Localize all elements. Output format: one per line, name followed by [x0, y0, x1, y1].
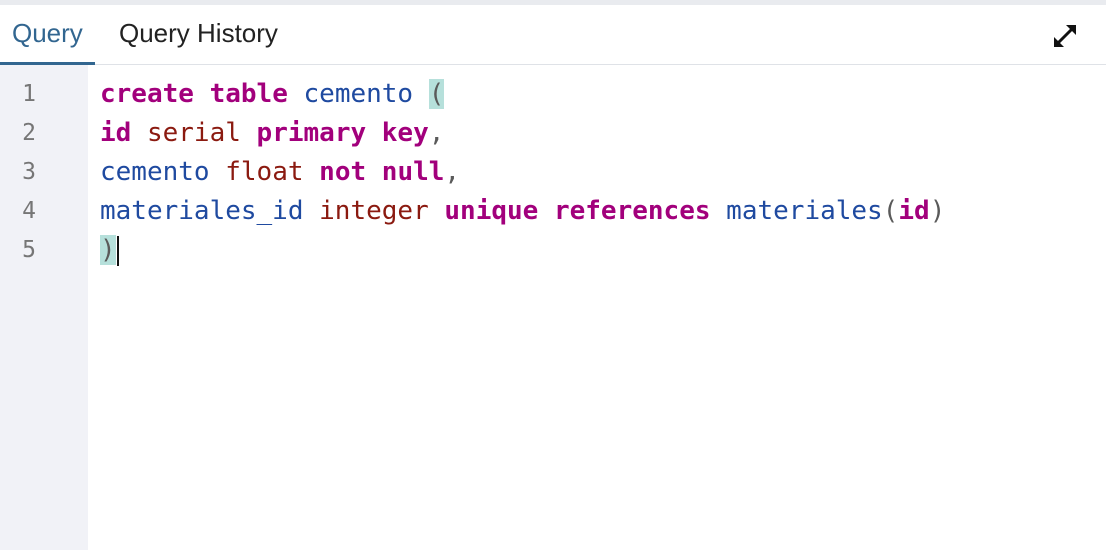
code-token: id — [100, 118, 132, 148]
query-tool-panel: Query Query History 1 2 3 4 5 create table c… — [0, 0, 1106, 550]
code-token: integer — [319, 196, 429, 226]
tab-query-history[interactable]: Query History — [119, 5, 278, 64]
code-line: create table cemento ( — [100, 75, 445, 114]
tab-query[interactable]: Query — [0, 5, 95, 65]
code-token: key — [381, 118, 429, 148]
line-number: 3 — [22, 159, 36, 185]
code-token: materiales_id — [100, 196, 304, 226]
code-token: primary — [256, 118, 367, 148]
line-number-gutter: 1 2 3 4 5 — [0, 65, 88, 550]
line-number: 2 — [22, 120, 36, 146]
code-token: table — [209, 79, 288, 109]
code-token: not — [319, 157, 367, 187]
line-number: 1 — [22, 81, 36, 107]
tab-bar: Query Query History — [0, 5, 1106, 65]
code-token: ) — [929, 196, 946, 226]
code-token: ( — [882, 196, 899, 226]
code-line: ) — [100, 231, 119, 270]
code-token: references — [553, 196, 711, 226]
code-token: cemento — [100, 157, 210, 187]
code-token: id — [898, 196, 930, 226]
code-line: cemento float not null, — [100, 153, 460, 192]
code-token: , — [428, 118, 445, 148]
code-line: id serial primary key, — [100, 114, 444, 153]
code-token: null — [381, 157, 445, 187]
line-number: 4 — [22, 198, 36, 224]
code-token: ) — [100, 235, 116, 265]
code-token: , — [444, 157, 461, 187]
line-number: 5 — [22, 237, 36, 263]
code-token: materiales — [726, 196, 883, 226]
code-token: float — [225, 157, 304, 187]
code-token: unique — [444, 196, 539, 226]
code-token: cemento — [303, 79, 414, 109]
code-line: materiales_id integer unique references … — [100, 192, 945, 231]
code-token: serial — [146, 118, 241, 148]
code-token: create — [100, 79, 194, 109]
expand-diagonal-arrows-icon[interactable] — [1050, 21, 1080, 51]
code-token: ( — [428, 79, 445, 109]
text-cursor — [116, 235, 119, 266]
expand-icon-graphic — [1054, 25, 1076, 47]
